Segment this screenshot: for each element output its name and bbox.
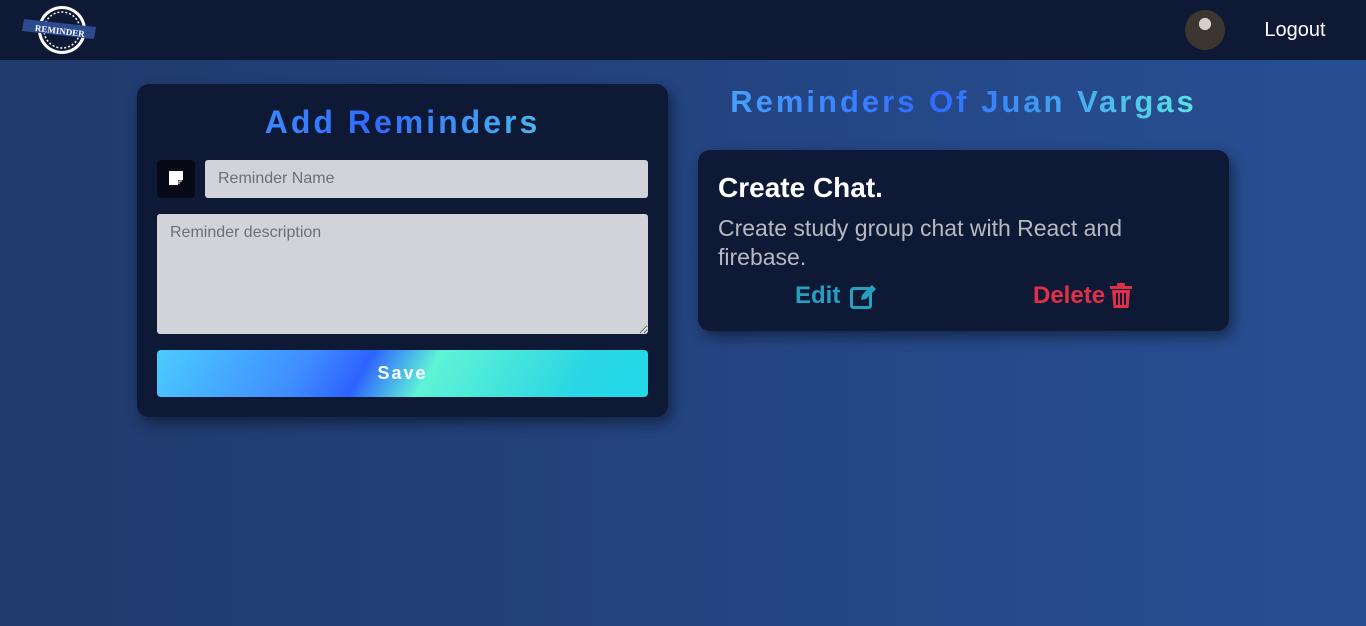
delete-label: Delete	[1033, 282, 1106, 309]
reminder-description-input[interactable]	[157, 214, 648, 334]
reminder-name-input[interactable]	[205, 160, 648, 198]
trash-icon	[1110, 283, 1133, 308]
add-reminders-title: Add Reminders	[137, 104, 668, 141]
reminder-logo[interactable]: REMINDER	[22, 3, 98, 57]
edit-button[interactable]: Edit	[795, 280, 878, 312]
save-button[interactable]: Save	[157, 350, 648, 397]
navbar: REMINDER Logout	[0, 0, 1366, 60]
reminder-name: Create Chat.	[718, 172, 883, 203]
reminders-list-title: Reminders Of Juan Vargas	[698, 84, 1229, 120]
delete-button[interactable]: Delete	[1033, 280, 1133, 312]
logout-button[interactable]: Logout	[1252, 17, 1338, 43]
reminder-card: Create Chat. Create study group chat wit…	[698, 150, 1229, 331]
add-reminder-card: Add Reminders Save	[137, 84, 668, 417]
edit-icon	[850, 285, 877, 309]
sticky-note-icon	[157, 160, 195, 198]
avatar[interactable]	[1185, 10, 1225, 50]
reminder-description: Create study group chat with React and f…	[718, 215, 1123, 270]
edit-label: Edit	[795, 282, 841, 309]
